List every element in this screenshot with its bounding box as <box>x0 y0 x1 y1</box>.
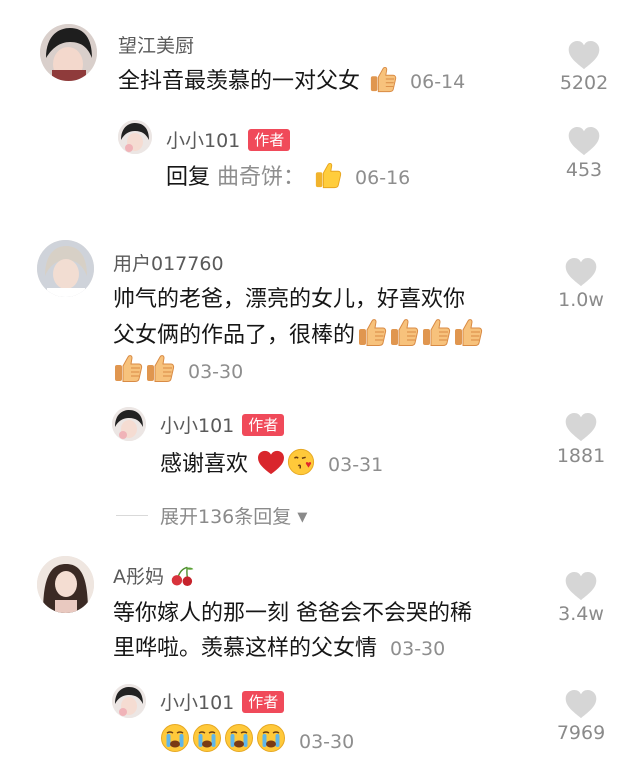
expand-replies-label[interactable]: 展开136条回复 <box>160 506 291 528</box>
like-count: 1.0w <box>558 289 604 311</box>
like-count: 453 <box>565 159 603 181</box>
avatar[interactable] <box>112 407 146 441</box>
comment-date: 03-30 <box>188 361 244 383</box>
author-badge: 作者 <box>248 129 291 151</box>
reply-username[interactable]: 小小101 作者 <box>160 411 285 438</box>
reply-text: 回复 曲奇饼： 06-16 <box>166 160 410 196</box>
thumbs-up-emoji <box>453 317 483 347</box>
reply-to-user[interactable]: 曲奇饼： <box>217 165 305 190</box>
thumbs-up-emoji <box>357 317 387 347</box>
comment-date: 06-14 <box>410 71 466 93</box>
author-badge: 作者 <box>242 691 285 713</box>
comment-text: 全抖音最羡慕的一对父女 06-14 <box>118 64 465 100</box>
chevron-down-icon[interactable]: ▼ <box>297 510 307 525</box>
expand-divider <box>116 515 148 516</box>
comment-text: 03-30 <box>113 353 243 390</box>
like-count: 3.4w <box>558 603 604 625</box>
comment-username[interactable]: A彤妈 <box>113 562 196 589</box>
crying-face-emoji <box>256 723 286 753</box>
comment-username[interactable]: 用户017760 <box>113 249 224 276</box>
thumbs-up-emoji <box>369 65 397 93</box>
reply-text: 03-30 <box>160 723 354 760</box>
reply-text: 感谢喜欢 03-31 <box>160 447 383 483</box>
thumbs-up-emoji <box>421 317 451 347</box>
like-icon[interactable] <box>564 412 598 443</box>
thumbs-up-emoji <box>314 161 342 189</box>
avatar[interactable] <box>112 684 146 718</box>
avatar[interactable] <box>118 120 152 154</box>
reply-prefix: 回复 <box>166 165 211 190</box>
comment-username-text[interactable]: A彤妈 <box>113 566 164 588</box>
crying-face-emoji <box>192 723 222 753</box>
crying-face-emoji <box>224 723 254 753</box>
like-icon[interactable] <box>564 257 598 288</box>
expand-replies-button[interactable]: 展开136条回复 ▼ <box>160 502 307 529</box>
thumbs-up-emoji <box>389 317 419 347</box>
kissing-face-emoji <box>287 448 315 476</box>
reply-date: 06-16 <box>355 167 411 189</box>
like-icon[interactable] <box>567 126 601 157</box>
comment-username[interactable]: 望江美厨 <box>118 31 194 58</box>
like-icon[interactable] <box>564 571 598 602</box>
reply-username-text[interactable]: 小小101 <box>160 692 234 714</box>
reply-date: 03-30 <box>299 731 355 753</box>
reply-username-text[interactable]: 小小101 <box>166 130 240 152</box>
reply-username-text[interactable]: 小小101 <box>160 415 234 437</box>
like-count: 1881 <box>556 445 606 467</box>
crying-face-emoji <box>160 723 190 753</box>
reply-username[interactable]: 小小101 作者 <box>160 688 285 715</box>
comment-date: 03-30 <box>390 638 446 660</box>
thumbs-up-emoji <box>113 353 143 383</box>
reply-username[interactable]: 小小101 作者 <box>166 126 291 153</box>
comment-text-line: 等你嫁人的那一刻 爸爸会不会哭的稀 <box>113 601 472 626</box>
reply-text-content: 感谢喜欢 <box>160 452 249 477</box>
comment-text-line: 帅气的老爸，漂亮的女儿，好喜欢你 <box>113 287 466 312</box>
reply-date: 03-31 <box>328 454 384 476</box>
like-count: 7969 <box>556 722 606 744</box>
cherry-emoji <box>170 565 196 587</box>
like-icon[interactable] <box>564 689 598 720</box>
red-heart-emoji <box>257 450 285 476</box>
avatar[interactable] <box>37 240 94 297</box>
like-icon[interactable] <box>567 40 601 71</box>
author-badge: 作者 <box>242 414 285 436</box>
comment-text-content: 父女俩的作品了，很棒的 <box>113 323 356 348</box>
thumbs-up-emoji <box>145 353 175 383</box>
comment-text-content: 全抖音最羡慕的一对父女 <box>118 69 361 94</box>
like-count: 5202 <box>559 72 609 94</box>
comment-text: 父女俩的作品了，很棒的 <box>113 317 483 353</box>
comment-text: 里哗啦。羡慕这样的父女情 03-30 <box>113 631 445 667</box>
avatar[interactable] <box>40 24 97 81</box>
comment-text-content: 里哗啦。羡慕这样的父女情 <box>113 636 378 661</box>
avatar[interactable] <box>37 556 94 613</box>
